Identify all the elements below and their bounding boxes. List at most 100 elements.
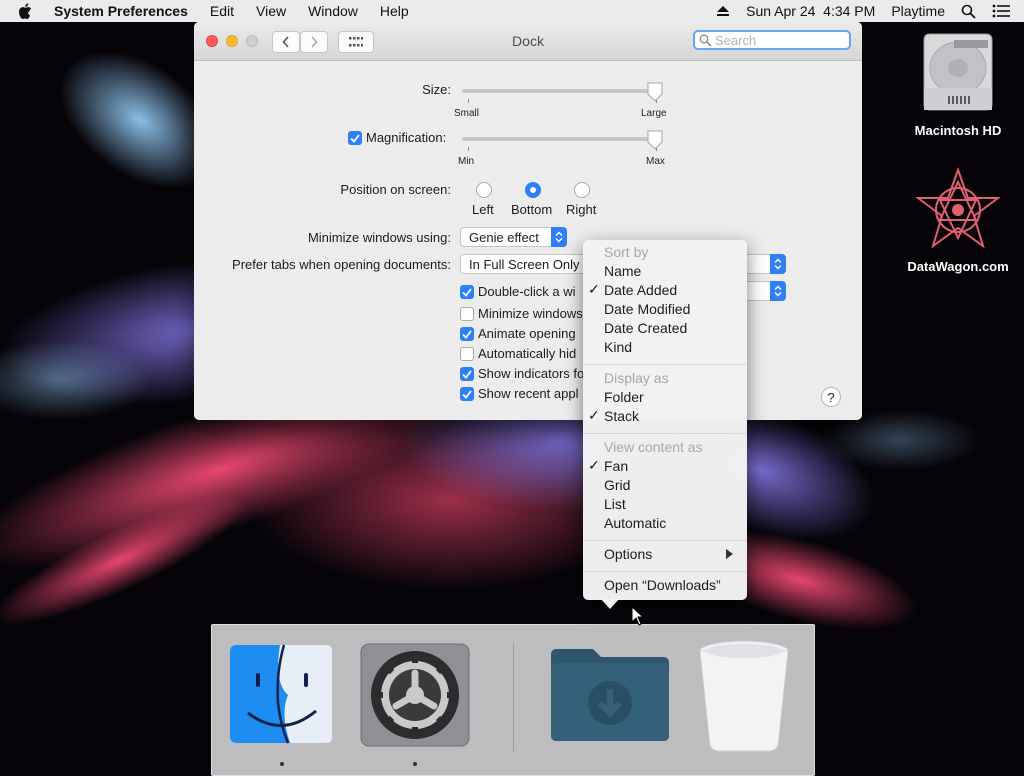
dock-item-system-preferences[interactable]: [360, 643, 470, 750]
magnification-min-tick: [468, 147, 469, 151]
menu-app-name[interactable]: System Preferences: [54, 3, 188, 19]
position-bottom-label: Bottom: [511, 202, 553, 217]
checkmark-icon: [462, 389, 472, 399]
spotlight-search-icon[interactable]: [961, 4, 976, 19]
dock-item-downloads-stack[interactable]: [549, 647, 671, 746]
menu-item-view-grid[interactable]: Grid: [604, 476, 630, 495]
size-slider[interactable]: [462, 89, 662, 93]
minimize-into-icon-label: Minimize windows: [478, 306, 583, 321]
auto-hide-checkbox[interactable]: [460, 347, 474, 361]
menu-item-view-list[interactable]: List: [604, 495, 626, 514]
menu-clock[interactable]: Sun Apr 24 4:34 PM: [746, 3, 875, 19]
menu-item-display-folder[interactable]: Folder: [604, 388, 644, 407]
menu-edit[interactable]: Edit: [210, 3, 234, 19]
hard-drive-icon: [923, 33, 993, 111]
auto-hide-label: Automatically hid: [478, 346, 577, 361]
position-label: Position on screen:: [340, 182, 451, 197]
minimize-effect-popup[interactable]: Genie effect: [460, 227, 567, 247]
apple-menu-icon[interactable]: [18, 3, 36, 19]
size-label: Size:: [422, 82, 451, 97]
magnification-label: Magnification:: [366, 130, 447, 145]
magnification-min-label: Min: [458, 156, 475, 167]
menu-help[interactable]: Help: [380, 3, 409, 19]
checkmark-icon: ✓: [588, 407, 600, 423]
magnification-checkbox[interactable]: [348, 131, 362, 145]
position-left-radio[interactable]: [476, 182, 492, 198]
menu-window[interactable]: Window: [308, 3, 358, 19]
menu-item-sort-date-modified[interactable]: Date Modified: [604, 300, 690, 319]
show-indicators-label: Show indicators fo: [478, 366, 585, 381]
animate-opening-label: Animate opening: [478, 326, 576, 341]
search-field[interactable]: [693, 30, 851, 50]
show-recent-apps-label: Show recent appl: [478, 386, 579, 401]
menu-item-sort-date-added[interactable]: Date Added: [604, 281, 677, 300]
show-indicators-checkbox[interactable]: [460, 367, 474, 381]
position-left-label: Left: [472, 202, 494, 217]
menu-view[interactable]: View: [256, 3, 286, 19]
checkmark-icon: [462, 287, 472, 297]
desktop-icon-datawagon[interactable]: DataWagon.com: [898, 167, 1018, 274]
search-input[interactable]: [715, 32, 845, 48]
help-button[interactable]: ?: [821, 387, 841, 407]
notification-center-icon[interactable]: [992, 4, 1010, 18]
prefer-tabs-value: In Full Screen Only: [469, 256, 580, 272]
prefer-tabs-label: Prefer tabs when opening documents:: [232, 257, 451, 272]
checkmark-icon: ✓: [588, 457, 600, 473]
downloads-folder-icon: [551, 649, 669, 741]
menu-item-open-downloads[interactable]: Open “Downloads”: [604, 576, 721, 595]
dock-divider: [513, 643, 514, 751]
menu-header-sort-by: Sort by: [604, 244, 649, 260]
running-indicator: [280, 762, 284, 766]
mouse-cursor-icon: [631, 606, 645, 626]
animate-opening-checkbox[interactable]: [460, 327, 474, 341]
menu-item-sort-name[interactable]: Name: [604, 262, 641, 281]
checkmark-icon: ✓: [588, 281, 600, 297]
size-max-label: Large: [641, 108, 667, 119]
submenu-arrow-icon: [726, 549, 733, 559]
menu-separator: [583, 433, 747, 434]
dock: [211, 624, 815, 776]
menu-header-view-content-as: View content as: [604, 439, 703, 455]
position-right-label: Right: [566, 202, 597, 217]
dock-item-trash[interactable]: [696, 637, 792, 756]
desktop-icon-label: DataWagon.com: [907, 259, 1009, 274]
trash-icon: [699, 640, 789, 752]
magnification-max-label: Max: [646, 156, 665, 167]
menu-separator: [583, 540, 747, 541]
magnification-slider-thumb[interactable]: [646, 130, 664, 150]
size-min-tick: [468, 99, 469, 103]
search-icon: [699, 34, 712, 47]
menu-item-display-stack[interactable]: Stack: [604, 407, 639, 426]
dock-preferences-window: Dock Size: Small Large Magnification: Mi…: [194, 22, 862, 420]
menu-pointer-tail: [600, 598, 620, 609]
double-click-label: Double-click a wi: [478, 284, 576, 299]
menu-item-options[interactable]: Options: [604, 545, 652, 564]
popup-arrows-icon: [770, 281, 786, 301]
menu-separator: [583, 571, 747, 572]
eject-icon[interactable]: [716, 5, 730, 17]
show-recent-apps-checkbox[interactable]: [460, 387, 474, 401]
desktop-icon-macintosh-hd[interactable]: Macintosh HD: [898, 30, 1018, 138]
checkmark-icon: [350, 133, 360, 143]
size-slider-thumb[interactable]: [646, 82, 664, 102]
position-bottom-radio[interactable]: [525, 182, 541, 198]
popup-arrows-icon: [770, 254, 786, 274]
minimize-effect-value: Genie effect: [469, 229, 539, 245]
star-mandala-icon: [915, 167, 1001, 249]
dock-item-finder[interactable]: [228, 643, 334, 748]
menu-item-view-automatic[interactable]: Automatic: [604, 514, 666, 533]
desktop-icon-label: Macintosh HD: [914, 123, 1002, 138]
menu-item-sort-kind[interactable]: Kind: [604, 338, 632, 357]
position-right-radio[interactable]: [574, 182, 590, 198]
menu-item-sort-date-created[interactable]: Date Created: [604, 319, 687, 338]
menu-item-view-fan[interactable]: Fan: [604, 457, 628, 476]
double-click-checkbox[interactable]: [460, 285, 474, 299]
menu-user[interactable]: Playtime: [891, 3, 945, 19]
running-indicator: [413, 762, 417, 766]
magnification-slider[interactable]: [462, 137, 662, 141]
size-min-label: Small: [454, 108, 480, 119]
minimize-into-icon-checkbox[interactable]: [460, 307, 474, 321]
gear-icon: [360, 643, 470, 747]
menu-bar: System Preferences Edit View Window Help…: [0, 0, 1024, 22]
downloads-stack-context-menu: Sort by Name ✓ Date Added Date Modified …: [583, 240, 747, 600]
